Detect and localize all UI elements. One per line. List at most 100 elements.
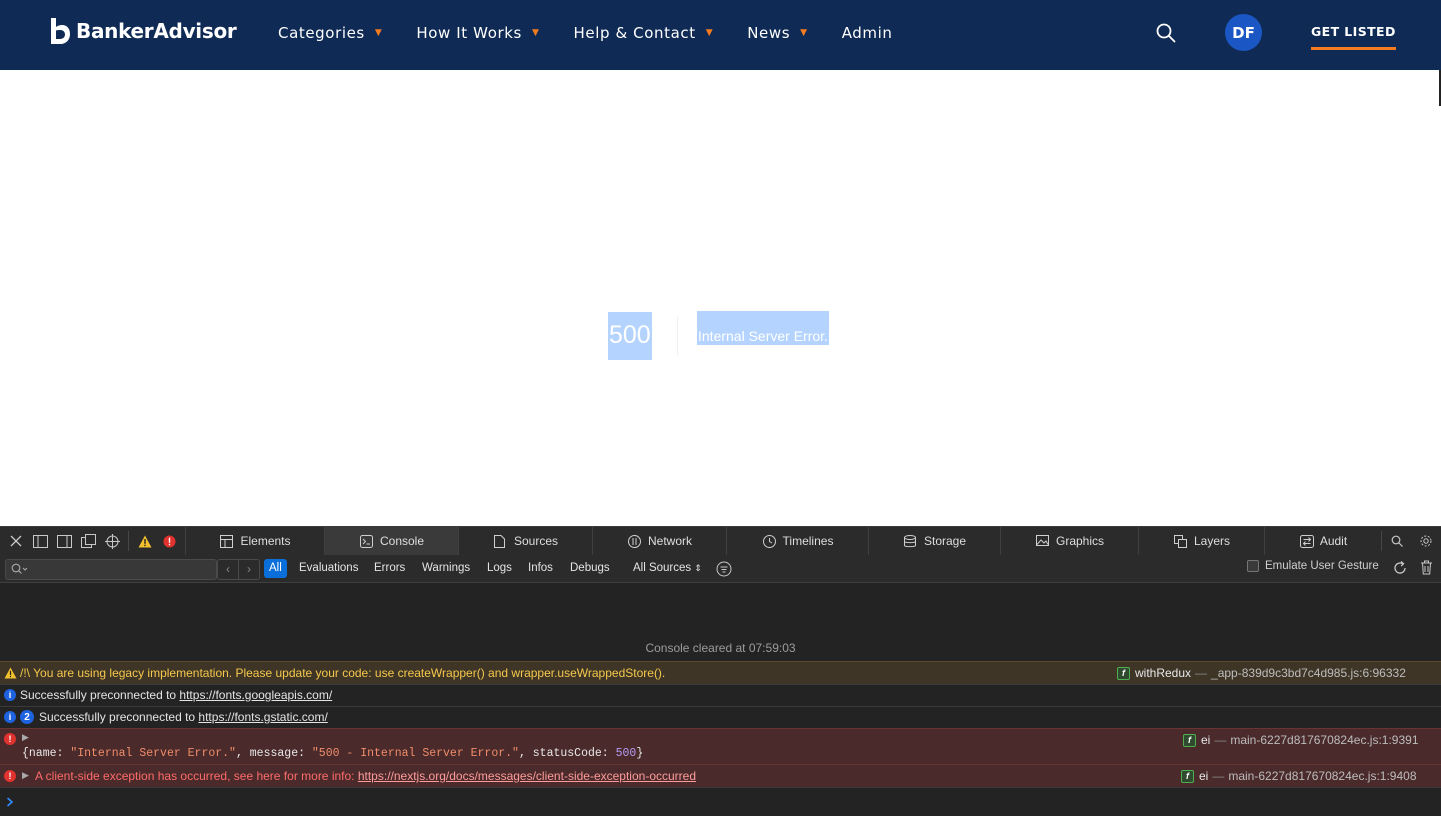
- tab-audit[interactable]: Audit: [1264, 527, 1382, 555]
- warning-count-icon[interactable]: [136, 532, 154, 550]
- message-link[interactable]: https://nextjs.org/docs/messages/client-…: [358, 769, 696, 783]
- tab-elements[interactable]: Elements: [185, 527, 325, 555]
- caret-down-icon: ▼: [531, 28, 540, 38]
- user-avatar[interactable]: DF: [1225, 14, 1262, 51]
- nav-item-admin[interactable]: Admin: [842, 24, 893, 42]
- sources-icon: [493, 534, 507, 548]
- brand-logo[interactable]: BankerAdvisor: [49, 17, 237, 45]
- error-divider: [677, 316, 678, 356]
- nav-item-help-contact[interactable]: Help & Contact ▼: [574, 24, 714, 42]
- web-inspector: Elements Console Sources Network Timelin…: [0, 526, 1441, 816]
- detach-window-icon[interactable]: [79, 532, 97, 550]
- tab-label: Audit: [1319, 534, 1348, 548]
- tab-timelines[interactable]: Timelines: [726, 527, 869, 555]
- caret-down-icon: ▼: [705, 28, 714, 38]
- nav-item-label: Categories: [278, 24, 365, 42]
- clear-console-trash-icon[interactable]: [1420, 560, 1433, 580]
- tab-graphics[interactable]: Graphics: [1000, 527, 1139, 555]
- tab-label: Network: [647, 534, 692, 548]
- settings-gear-icon[interactable]: [1417, 532, 1435, 550]
- message-text: /!\ You are using legacy implementation.…: [20, 666, 666, 680]
- close-icon[interactable]: [7, 532, 25, 550]
- get-listed-button[interactable]: GET LISTED: [1311, 24, 1396, 50]
- expand-triangle-icon[interactable]: ▶: [22, 732, 29, 743]
- console-message-warning[interactable]: /!\ You are using legacy implementation.…: [0, 661, 1441, 684]
- function-icon: f: [1181, 769, 1194, 783]
- source-dash: —: [1195, 666, 1208, 680]
- group-by-icon[interactable]: [716, 561, 732, 582]
- filter-errors[interactable]: Errors: [369, 559, 410, 578]
- search-icon[interactable]: [1155, 22, 1177, 44]
- caret-down-icon: ▼: [374, 28, 383, 38]
- message-source[interactable]: f ei — main-6227d817670824ec.js:1:9408: [1181, 769, 1417, 783]
- emulate-checkbox[interactable]: [1247, 560, 1259, 572]
- graphics-icon: [1035, 534, 1049, 548]
- error-object: {name: "Internal Server Error.", message…: [22, 747, 644, 760]
- tab-label: Timelines: [782, 534, 834, 548]
- divider: [1381, 531, 1382, 551]
- network-icon: [627, 534, 641, 548]
- console-filter-bar: ‹ › All Evaluations Errors Warnings Logs…: [0, 555, 1441, 583]
- console-message-error[interactable]: ! ▶ A client-side exception has occurred…: [0, 764, 1441, 787]
- tab-layers[interactable]: Layers: [1138, 527, 1265, 555]
- filter-evaluations[interactable]: Evaluations: [294, 559, 363, 578]
- error-count-icon[interactable]: [160, 532, 178, 550]
- console-prompt[interactable]: [0, 787, 1441, 816]
- caret-down-icon: ▼: [800, 28, 808, 38]
- console-log: Console cleared at 07:59:03 /!\ You are …: [0, 583, 1441, 816]
- storage-icon: [903, 534, 917, 548]
- filter-all[interactable]: All: [264, 559, 287, 578]
- message-link[interactable]: https://fonts.gstatic.com/: [198, 710, 327, 724]
- main-nav: Categories ▼ How It Works ▼ Help & Conta…: [278, 0, 927, 66]
- console-message-info[interactable]: i Successfully preconnected to https://f…: [0, 684, 1441, 706]
- next-icon[interactable]: ›: [239, 560, 259, 579]
- error-message: Internal Server Error.: [697, 311, 829, 345]
- expand-triangle-icon[interactable]: ▶: [22, 770, 29, 781]
- reload-icon[interactable]: [1392, 560, 1408, 581]
- warning-icon: [4, 667, 17, 679]
- crosshair-icon[interactable]: [103, 532, 121, 550]
- filter-debugs[interactable]: Debugs: [565, 559, 615, 578]
- dock-right-icon[interactable]: [55, 532, 73, 550]
- function-icon: f: [1183, 733, 1196, 747]
- source-location: main-6227d817670824ec.js:1:9391: [1230, 733, 1419, 747]
- emulate-label: Emulate User Gesture: [1265, 560, 1379, 572]
- filter-warnings[interactable]: Warnings: [417, 559, 475, 578]
- emulate-gesture-toggle[interactable]: Emulate User Gesture: [1247, 560, 1379, 572]
- message-source[interactable]: f ei — main-6227d817670824ec.js:1:9391: [1183, 733, 1419, 747]
- source-location: main-6227d817670824ec.js:1:9408: [1228, 769, 1417, 783]
- source-location: _app-839d9c3bd7c4d985.js:6:96332: [1211, 666, 1406, 680]
- dock-left-icon[interactable]: [31, 532, 49, 550]
- source-dash: —: [1214, 733, 1227, 747]
- message-text: Successfully preconnected to https://fon…: [39, 710, 328, 724]
- filter-infos[interactable]: Infos: [523, 559, 558, 578]
- tab-sources[interactable]: Sources: [458, 527, 593, 555]
- tab-storage[interactable]: Storage: [868, 527, 1001, 555]
- message-link[interactable]: https://fonts.googleapis.com/: [179, 688, 332, 702]
- nav-item-categories[interactable]: Categories ▼: [278, 24, 382, 42]
- sources-select[interactable]: All Sources ⇕: [628, 559, 707, 578]
- source-dash: —: [1212, 769, 1225, 783]
- search-icon[interactable]: [1388, 532, 1406, 550]
- console-filter-input[interactable]: [5, 559, 217, 580]
- history-nav: ‹ ›: [217, 559, 260, 580]
- tab-network[interactable]: Network: [592, 527, 727, 555]
- tab-label: Layers: [1193, 534, 1231, 548]
- tab-console[interactable]: Console: [324, 527, 459, 555]
- prompt-chevron-icon: [6, 797, 14, 807]
- nav-item-news[interactable]: News ▼: [747, 24, 807, 42]
- source-function: ei: [1201, 733, 1211, 747]
- nav-item-how-it-works[interactable]: How It Works ▼: [416, 24, 539, 42]
- previous-icon[interactable]: ‹: [218, 560, 239, 579]
- console-message-info[interactable]: i 2 Successfully preconnected to https:/…: [0, 706, 1441, 728]
- nav-item-label: How It Works: [416, 24, 522, 42]
- filter-logs[interactable]: Logs: [482, 559, 517, 578]
- message-prefix: A client-side exception has occurred, se…: [35, 769, 358, 783]
- message-source[interactable]: f withRedux — _app-839d9c3bd7c4d985.js:6…: [1117, 666, 1406, 680]
- error-code: 500: [608, 312, 652, 360]
- tab-label: Console: [379, 534, 425, 548]
- console-message-error[interactable]: ! ▶ {name: "Internal Server Error.", mes…: [0, 728, 1441, 764]
- tab-label: Elements: [240, 534, 291, 548]
- source-function: withRedux: [1135, 666, 1192, 680]
- message-text: Successfully preconnected to https://fon…: [20, 688, 332, 702]
